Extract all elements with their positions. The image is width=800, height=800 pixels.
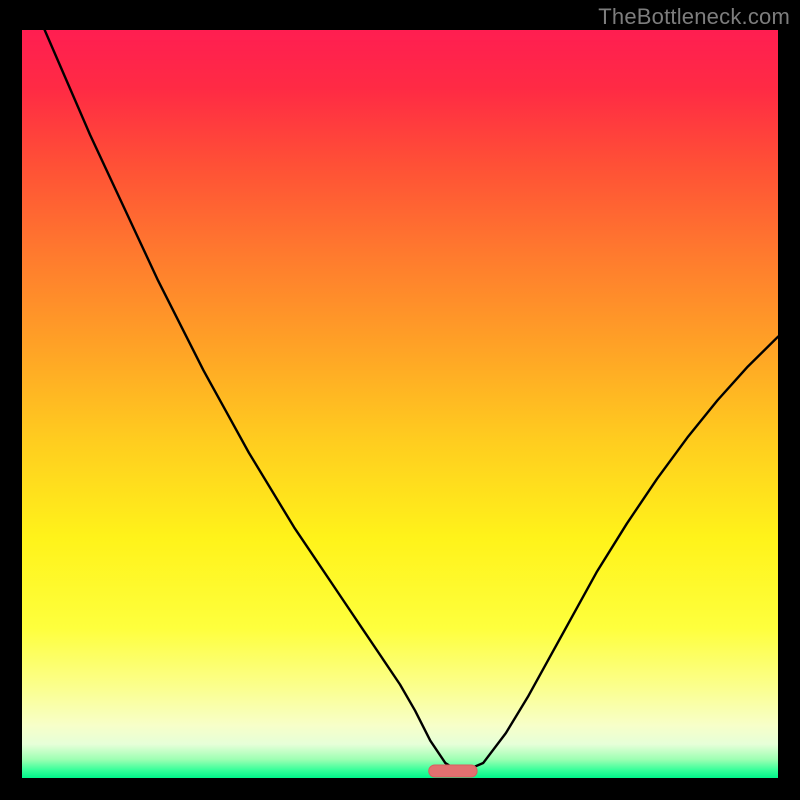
chart-container: TheBottleneck.com: [0, 0, 800, 800]
chart-svg: [22, 30, 778, 778]
watermark: TheBottleneck.com: [598, 4, 790, 30]
plot-area: [22, 30, 778, 778]
optimal-marker: [429, 765, 477, 777]
gradient-background: [22, 30, 778, 778]
